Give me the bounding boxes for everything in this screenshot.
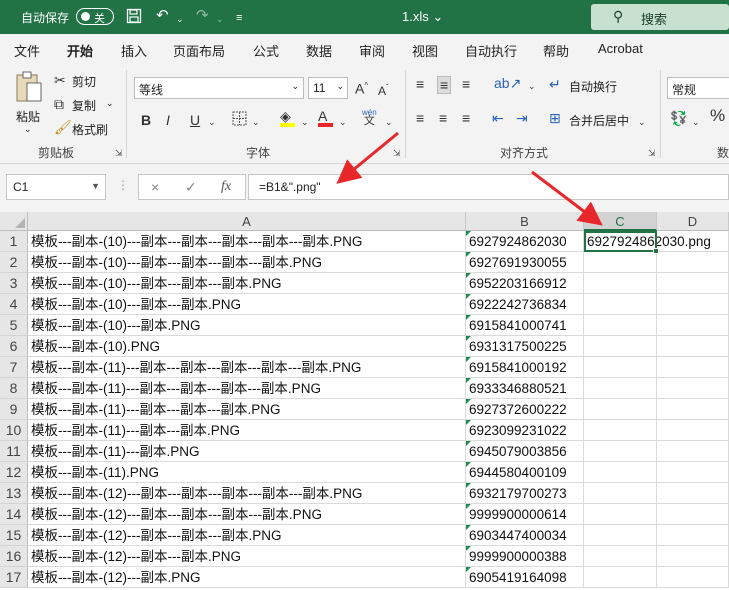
arrow-to-formula <box>336 131 399 184</box>
annotation-arrows <box>336 131 603 226</box>
arrow-to-cell-c1 <box>531 170 603 226</box>
